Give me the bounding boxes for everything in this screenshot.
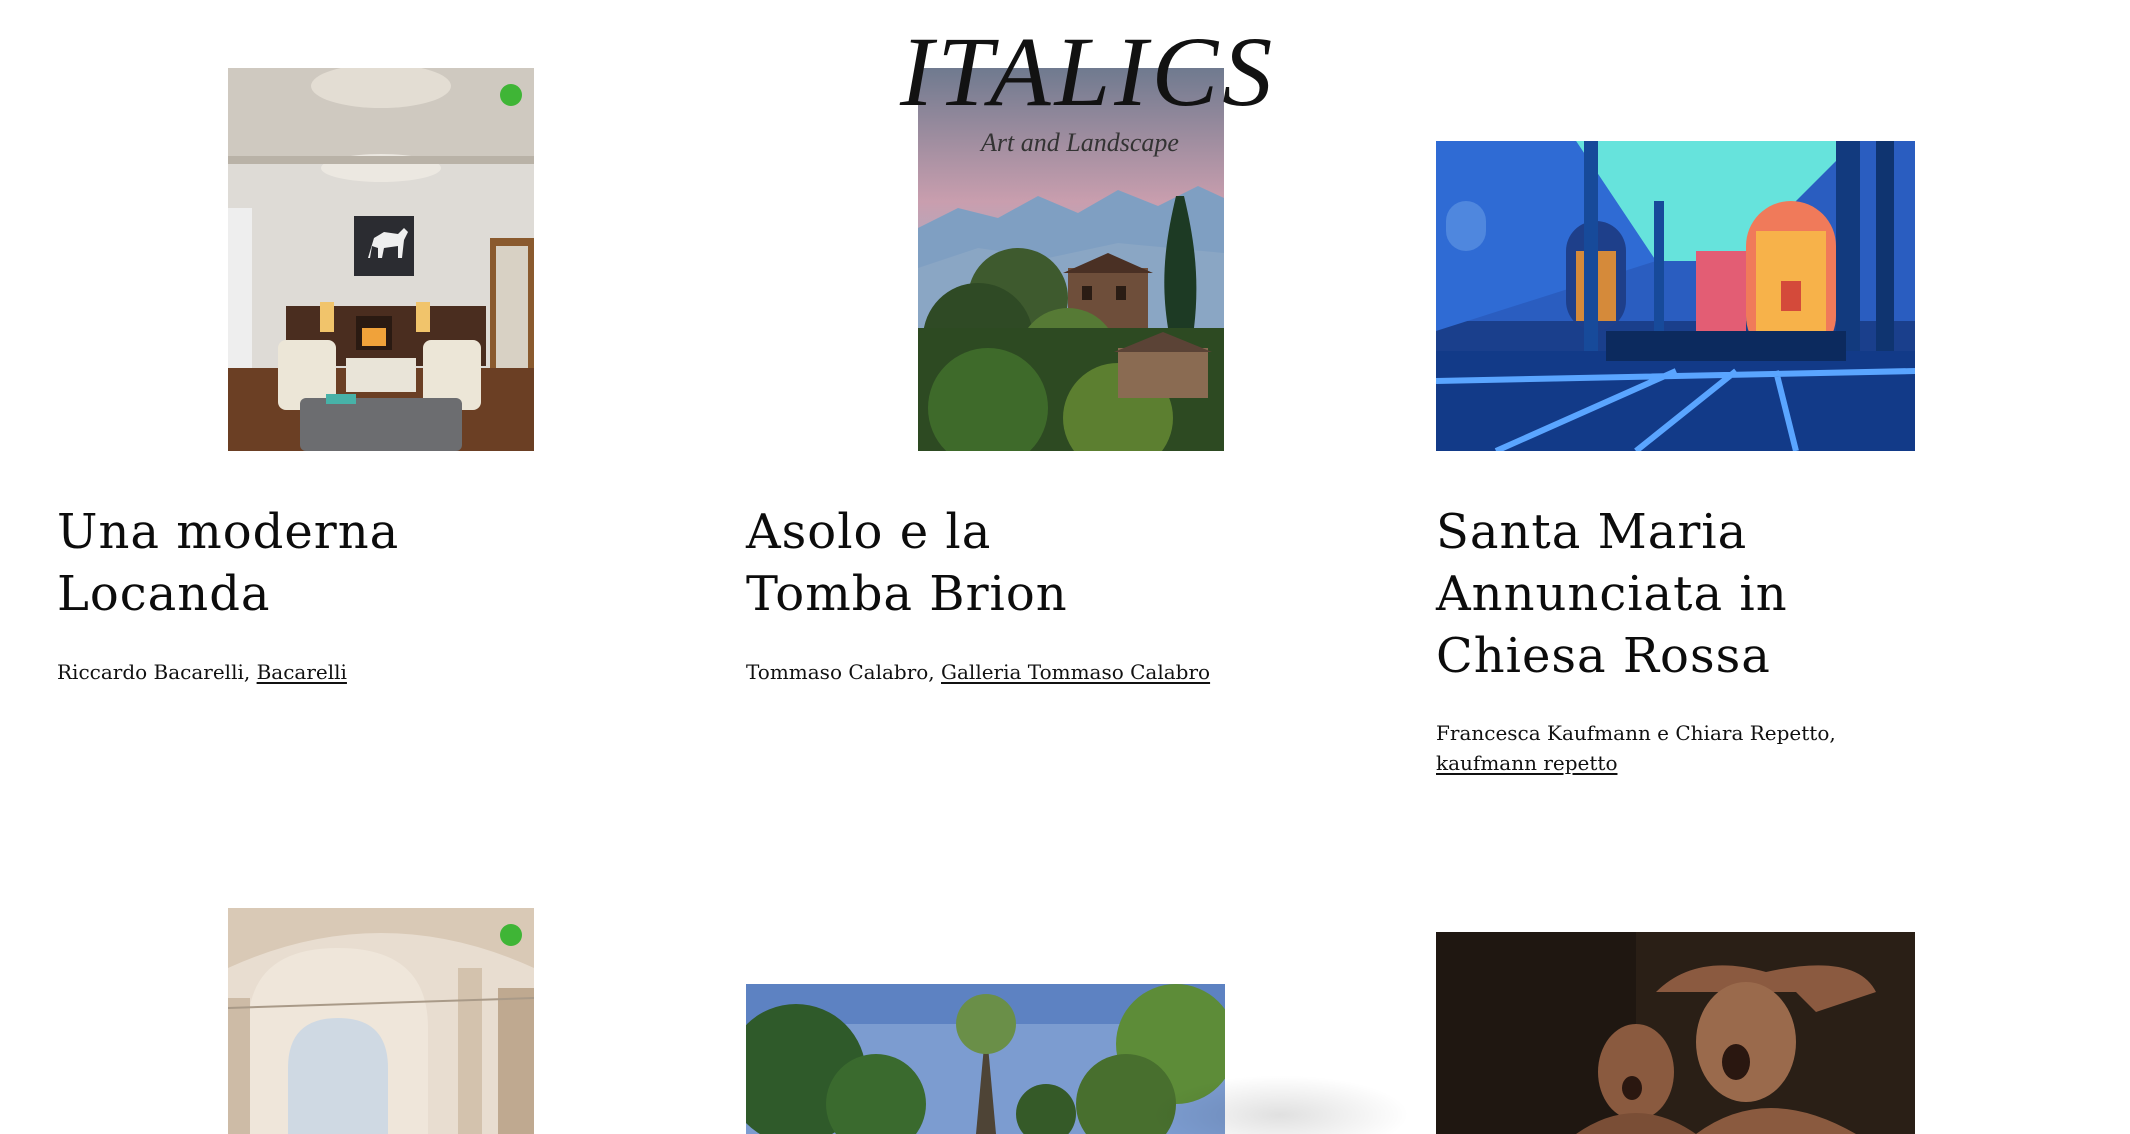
page: ITALICS Art and Landscape Una moderna Lo…: [0, 0, 2130, 1134]
byline-link[interactable]: Galleria Tommaso Calabro: [941, 660, 1210, 684]
site-logo[interactable]: ITALICS Art and Landscape: [900, 16, 1277, 158]
byline-author: Riccardo Bacarelli,: [57, 660, 257, 684]
card-byline: Riccardo Bacarelli, Bacarelli: [57, 657, 617, 687]
byline-link[interactable]: kaufmann repetto: [1436, 751, 1617, 775]
byline-author: Tommaso Calabro,: [746, 660, 942, 684]
living-room-illustration: [228, 68, 534, 451]
bottom-shadow: [1150, 1075, 1410, 1134]
card-title[interactable]: Santa Maria Annunciata in Chiesa Rossa: [1436, 501, 1936, 687]
card-title[interactable]: Una moderna Locanda: [57, 501, 477, 625]
card-byline: Tommaso Calabro, Galleria Tommaso Calabr…: [746, 657, 1306, 687]
badge-dot: [500, 924, 522, 946]
cloister-illustration: [228, 908, 534, 1134]
byline-author: Francesca Kaufmann e Chiara Repetto,: [1436, 721, 1836, 745]
card-title[interactable]: Asolo e la Tomba Brion: [746, 501, 1166, 625]
logo-wordmark: ITALICS: [900, 16, 1277, 127]
sculpture-illustration: [1436, 932, 1915, 1134]
card-image-sculpture[interactable]: [1436, 932, 1915, 1134]
card-image-living-room[interactable]: [228, 68, 534, 451]
logo-tagline: Art and Landscape: [981, 128, 1179, 157]
badge-dot: [500, 84, 522, 106]
byline-link[interactable]: Bacarelli: [257, 660, 347, 684]
card-byline: Francesca Kaufmann e Chiara Repetto, kau…: [1436, 718, 1936, 778]
card-image-cloister[interactable]: [228, 908, 534, 1134]
church-illustration: [1436, 141, 1915, 451]
card-image-church[interactable]: [1436, 141, 1915, 451]
